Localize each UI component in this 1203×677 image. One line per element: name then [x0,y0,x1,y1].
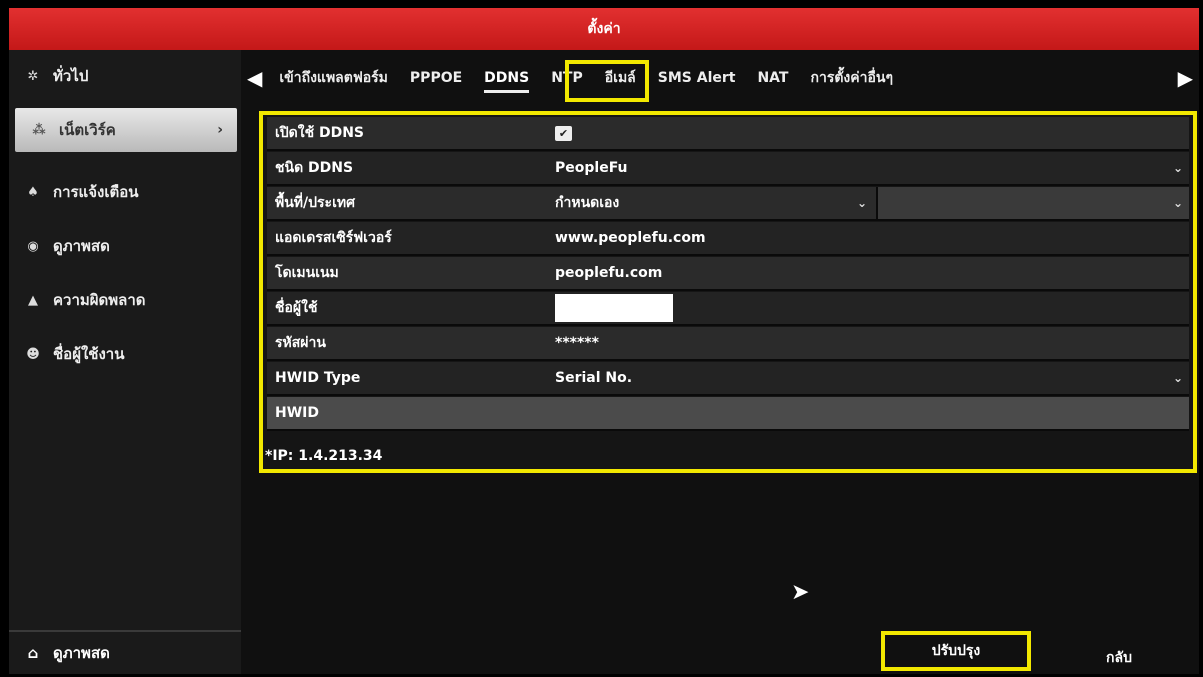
row-ddns-type: ชนิด DDNS PeopleFu ⌄ [267,152,1189,186]
username-label: ชื่อผู้ใช้ [275,300,318,316]
sidebar-item-error[interactable]: ▲ ความผิดพลาด [9,278,241,322]
eye-icon: ◉ [27,238,39,254]
tab-pppoe[interactable]: PPPOE [399,70,473,86]
row-server-address: แอดเดรสเซิร์ฟเวอร์ www.peoplefu.com [267,222,1189,256]
region-select[interactable]: กำหนดเอง ⌄ [549,187,873,219]
username-input[interactable] [555,294,673,322]
tab-scroll-left-icon[interactable]: ◀ [241,66,268,90]
tab-other-settings[interactable]: การตั้งค่าอื่นๆ [799,67,904,89]
sidebar-item-label: ทั่วไป [53,67,89,85]
hwid-type-label: HWID Type [275,370,361,386]
gear-icon: ✲ [27,68,39,84]
tab-ddns[interactable]: DDNS [473,70,540,93]
sidebar-item-live-view[interactable]: ◉ ดูภาพสด [9,224,241,268]
tab-platform-access[interactable]: เข้าถึงแพลตฟอร์ม [268,67,399,89]
username-field[interactable] [549,292,1189,324]
row-domain: โดเมนเนม peoplefu.com [267,257,1189,291]
password-input[interactable]: ****** [549,327,1189,359]
alarm-icon: ♠ [27,184,39,200]
enable-ddns-label: เปิดใช้ DDNS [275,125,365,141]
server-address-label: แอดเดรสเซิร์ฟเวอร์ [275,230,392,246]
back-button[interactable]: กลับ [1049,638,1189,674]
region-sub-select[interactable]: ⌄ [876,187,1189,219]
home-icon: ⌂ [27,644,39,662]
ip-address-note: *IP: 1.4.213.34 [265,448,383,464]
tab-scroll-right-icon[interactable]: ▶ [1172,66,1199,90]
region-value: กำหนดเอง [555,195,620,211]
sidebar-live-view-button[interactable]: ⌂ ดูภาพสด [9,630,241,674]
ddns-type-value: PeopleFu [555,160,628,176]
enable-ddns-value: ✔ [549,117,1189,149]
sidebar-item-label: เน็ตเวิร์ค [59,121,116,139]
tab-bar: ◀ เข้าถึงแพลตฟอร์ม PPPOE DDNS NTP อีเมล์… [241,50,1199,106]
sidebar-item-label: ความผิดพลาด [53,291,146,309]
row-hwid: HWID [267,397,1189,431]
sidebar-item-general[interactable]: ✲ ทั่วไป [9,54,241,98]
tab-sms-alert[interactable]: SMS Alert [647,70,747,86]
hwid-type-value: Serial No. [555,370,633,386]
sidebar-bottom-label: ดูภาพสด [53,644,110,662]
warning-icon: ▲ [28,292,38,308]
sidebar-item-label: การแจ้งเตือน [53,183,139,201]
tab-nat[interactable]: NAT [746,70,799,86]
hwid-label: HWID [275,405,319,421]
chevron-right-icon: › [217,122,223,138]
region-label: พื้นที่/ประเทศ [275,195,355,211]
password-label: รหัสผ่าน [275,335,326,351]
chevron-down-icon: ⌄ [856,196,867,210]
sidebar-item-label: ชื่อผู้ใช้งาน [53,345,125,363]
row-region: พื้นที่/ประเทศ กำหนดเอง ⌄ ⌄ [267,187,1189,221]
tab-highlight-box [565,60,649,102]
sidebar-item-label: ดูภาพสด [53,237,110,255]
domain-label: โดเมนเนม [275,265,339,281]
row-password: รหัสผ่าน ****** [267,327,1189,361]
row-hwid-type: HWID Type Serial No. ⌄ [267,362,1189,396]
region-selects: กำหนดเอง ⌄ ⌄ [549,187,1189,219]
users-icon: ☻ [26,346,40,362]
ddns-type-label: ชนิด DDNS [275,160,354,176]
sidebar-item-alarm[interactable]: ♠ การแจ้งเตือน [9,170,241,214]
row-username: ชื่อผู้ใช้ [267,292,1189,326]
enable-ddns-checkbox[interactable]: ✔ [555,125,572,141]
mouse-cursor-icon: ➤ [791,580,810,605]
sidebar-item-users[interactable]: ☻ ชื่อผู้ใช้งาน [9,332,241,376]
sidebar-item-network[interactable]: ⁂ เน็ตเวิร์ค › [15,108,237,152]
chevron-down-icon: ⌄ [1172,196,1183,210]
network-icon: ⁂ [32,122,46,138]
window-title: ตั้งค่า [9,8,1199,50]
apply-button[interactable]: ปรับปรุง [881,631,1031,671]
domain-input[interactable]: peoplefu.com [549,257,1189,289]
chevron-down-icon: ⌄ [1172,371,1183,385]
chevron-down-icon: ⌄ [1172,161,1183,175]
row-enable-ddns: เปิดใช้ DDNS ✔ [267,117,1189,151]
hwid-type-select[interactable]: Serial No. ⌄ [549,362,1189,394]
ddns-form: เปิดใช้ DDNS ✔ ชนิด DDNS PeopleFu ⌄ พื้น… [259,111,1197,473]
server-address-input[interactable]: www.peoplefu.com [549,222,1189,254]
dvr-settings-screen: ตั้งค่า ✲ ทั่วไป ⁂ เน็ตเวิร์ค › ♠ การแจ้… [9,8,1199,674]
ddns-type-select[interactable]: PeopleFu ⌄ [549,152,1189,184]
sidebar: ✲ ทั่วไป ⁂ เน็ตเวิร์ค › ♠ การแจ้งเตือน ◉… [9,50,241,674]
hwid-value [549,397,1189,429]
